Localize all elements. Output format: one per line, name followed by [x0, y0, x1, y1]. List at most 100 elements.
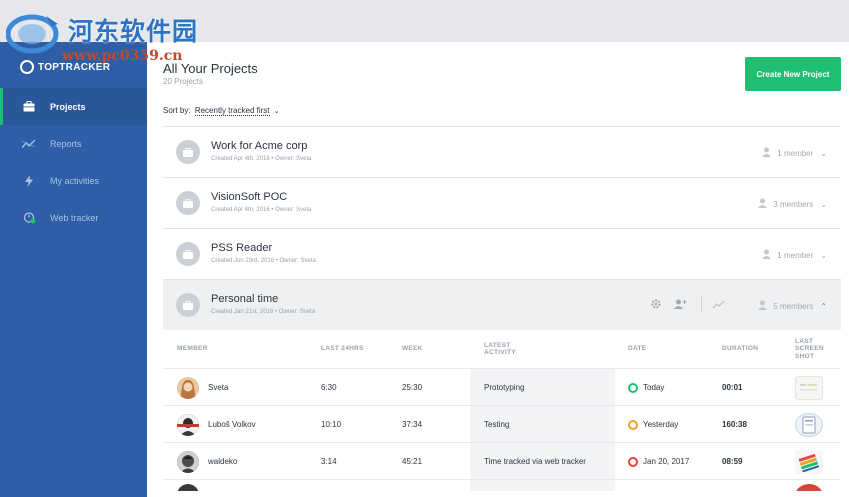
lightning-icon: [22, 174, 36, 188]
table-row[interactable]: Sveta 6:30 25:30 Prototyping Today 00:01: [163, 368, 841, 406]
members-toggle[interactable]: 3 members ⌄: [758, 198, 827, 210]
avatar: [177, 376, 199, 399]
sort-value[interactable]: Recently tracked first: [194, 106, 270, 116]
clock-icon: [628, 419, 638, 430]
member-name: waldeko: [208, 457, 238, 466]
chevron-down-icon: ⌄: [273, 108, 280, 115]
duration-value: 160:38: [722, 420, 747, 429]
date-value: Yesterday: [643, 420, 679, 429]
col-last24[interactable]: LAST 24HRS: [321, 330, 364, 368]
chevron-down-icon: ⌄: [820, 199, 827, 209]
members-toggle[interactable]: 5 members ⌃: [758, 300, 827, 312]
date-value: Jan 20, 2017: [643, 457, 690, 466]
week-value: 45:21: [402, 457, 423, 466]
project-meta: Created Jun 23rd, 2016 • Owner: Sveta: [211, 258, 316, 264]
sidebar-item-reports[interactable]: Reports: [0, 125, 147, 162]
sidebar-item-projects[interactable]: Projects: [0, 88, 147, 125]
sidebar: TOPTRACKER Projects Reports My activitie…: [0, 42, 147, 497]
screenshot-thumbnail[interactable]: [795, 449, 823, 474]
main-content: All Your Projects 20 Projects Create New…: [147, 42, 849, 497]
col-activity-line2: ACTIVITY: [484, 349, 517, 356]
col-date[interactable]: DATE: [628, 330, 646, 368]
project-name: PSS Reader: [211, 242, 273, 254]
member-count: 1 member: [777, 250, 814, 260]
col-week[interactable]: WEEK: [402, 330, 423, 368]
tools-divider: [701, 296, 702, 312]
clock-icon: [628, 382, 638, 393]
col-activity[interactable]: LATEST ACTIVITY: [470, 330, 615, 368]
user-icon: [762, 249, 772, 261]
gear-icon[interactable]: [649, 297, 663, 311]
project-name: Work for Acme corp: [211, 140, 308, 152]
last24-value: 10:10: [321, 420, 342, 429]
sidebar-item-label: Projects: [50, 101, 86, 112]
briefcase-icon: [22, 100, 36, 114]
chevron-down-icon: ⌄: [820, 148, 827, 158]
sidebar-item-label: Web tracker: [50, 212, 99, 223]
members-toggle[interactable]: 1 member ⌄: [762, 147, 827, 159]
project-meta: Created Apr 4th, 2016 • Owner: Sveta: [211, 207, 312, 213]
project-count: 20 Projects: [163, 77, 204, 86]
clock-icon: [628, 456, 638, 467]
user-icon: [762, 147, 772, 159]
member-count: 3 members: [773, 199, 814, 209]
members-toggle[interactable]: 1 member ⌄: [762, 249, 827, 261]
sidebar-nav: Projects Reports My activities Web track…: [0, 88, 147, 236]
sidebar-item-my-activities[interactable]: My activities: [0, 162, 147, 199]
table-row[interactable]: waldeko 3:14 45:21 Time tracked via web …: [163, 442, 841, 480]
project-name: Personal time: [211, 293, 279, 305]
briefcase-icon: [176, 140, 200, 164]
activity-value: Testing: [470, 406, 615, 443]
col-shot-line2: SCREEN: [795, 345, 824, 353]
user-icon: [758, 300, 768, 312]
create-new-project-button[interactable]: Create New Project: [745, 57, 841, 91]
project-row[interactable]: Work for Acme corp Created Apr 4th, 2016…: [163, 126, 841, 177]
project-list: Work for Acme corp Created Apr 4th, 2016…: [163, 126, 841, 330]
member-name: Luboš Volkov: [208, 420, 256, 429]
last24-value: 3:14: [321, 457, 337, 466]
activity-value: Prototyping: [470, 369, 615, 406]
date-value: Today: [643, 383, 665, 392]
screenshot-thumbnail[interactable]: [795, 412, 823, 437]
member-count: 1 member: [777, 148, 814, 158]
members-table: MEMBER LAST 24HRS WEEK LATEST ACTIVITY D…: [163, 330, 841, 491]
project-meta: Created Apr 4th, 2016 • Owner: Sveta: [211, 156, 312, 162]
table-row[interactable]: [163, 479, 841, 491]
project-tools: [649, 296, 736, 312]
activity-value: Time tracked via web tracker: [470, 443, 615, 480]
watermark-logo-icon: [6, 14, 59, 54]
briefcase-icon: [176, 293, 200, 317]
screenshot-thumbnail[interactable]: [795, 484, 823, 491]
sidebar-item-label: Reports: [50, 138, 82, 149]
add-member-icon[interactable]: [673, 297, 687, 311]
col-duration[interactable]: DURATION: [722, 330, 758, 368]
chevron-down-icon: ⌄: [820, 250, 827, 260]
week-value: 25:30: [402, 383, 423, 392]
chart-line-icon[interactable]: [712, 297, 726, 311]
chevron-up-icon: ⌃: [820, 301, 827, 311]
sort-control[interactable]: Sort by: Recently tracked first ⌄: [163, 106, 280, 116]
member-name: Sveta: [208, 383, 229, 392]
table-row[interactable]: Luboš Volkov 10:10 37:34 Testing Yesterd…: [163, 405, 841, 443]
activity-cell: [470, 480, 615, 491]
project-meta: Created Jan 21st, 2016 • Owner: Sveta: [211, 309, 316, 315]
sidebar-item-label: My activities: [50, 175, 100, 186]
duration-value: 00:01: [722, 383, 743, 392]
col-shot-line3: SHOT: [795, 352, 815, 360]
chart-line-icon: [22, 137, 36, 151]
project-row[interactable]: VisionSoft POC Created Apr 4th, 2016 • O…: [163, 177, 841, 228]
table-header: MEMBER LAST 24HRS WEEK LATEST ACTIVITY D…: [163, 330, 841, 368]
col-member[interactable]: MEMBER: [177, 330, 208, 368]
web-tracker-icon: [22, 211, 36, 225]
col-shot-line1: LAST: [795, 337, 814, 345]
project-row[interactable]: PSS Reader Created Jun 23rd, 2016 • Owne…: [163, 228, 841, 279]
project-row-expanded[interactable]: Personal time Created Jan 21st, 2016 • O…: [163, 279, 841, 330]
sidebar-item-web-tracker[interactable]: Web tracker: [0, 199, 147, 236]
col-screenshot[interactable]: LAST SCREEN SHOT: [795, 330, 824, 368]
avatar: [177, 413, 199, 436]
screenshot-thumbnail[interactable]: [795, 375, 823, 400]
project-name: VisionSoft POC: [211, 191, 288, 203]
duration-value: 08:59: [722, 457, 743, 466]
week-value: 37:34: [402, 420, 423, 429]
col-activity-line1: LATEST: [484, 341, 511, 349]
